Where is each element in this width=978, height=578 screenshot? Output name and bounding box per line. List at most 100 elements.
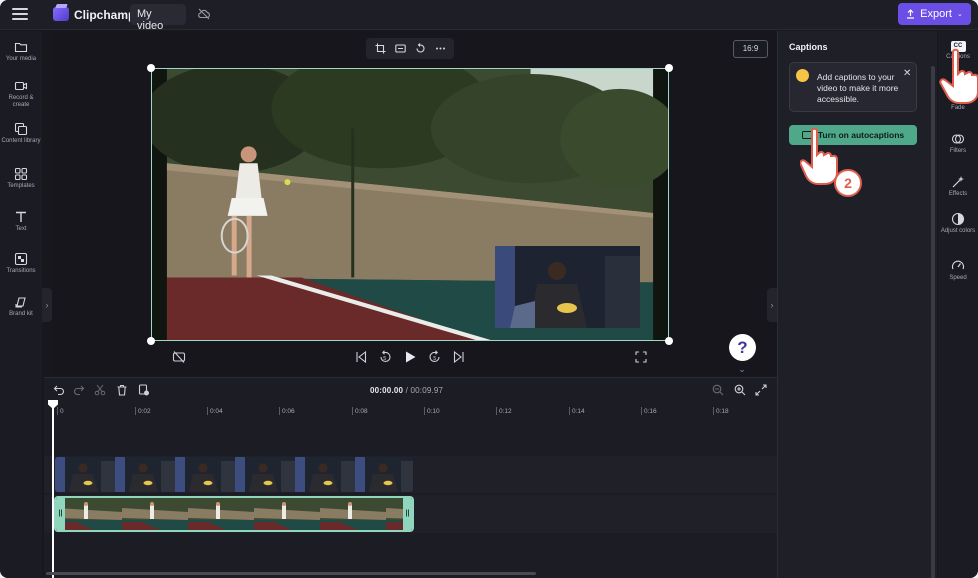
chevron-down-icon[interactable]: ⌄ — [736, 364, 748, 374]
svg-text:5: 5 — [383, 356, 386, 362]
playhead[interactable] — [52, 403, 54, 578]
play-icon[interactable] — [403, 350, 417, 364]
time-ruler[interactable]: 0 0:02 0:04 0:06 0:08 0:10 0:12 0:14 0:1… — [54, 405, 777, 419]
player-controls: 5 5 — [160, 348, 660, 366]
close-icon[interactable]: ✕ — [903, 68, 911, 79]
sidebar-item-templates[interactable]: Templates — [0, 167, 42, 190]
video-preview[interactable] — [151, 68, 669, 341]
export-button[interactable]: Export ⌄ — [898, 3, 971, 25]
sidebar-item-label: Text — [15, 226, 27, 232]
collapse-right-panel-button[interactable]: › — [767, 288, 777, 322]
ruler-tick: 0:08 — [352, 407, 368, 415]
upload-icon — [907, 9, 915, 19]
resize-handle-bottom-left[interactable] — [147, 337, 155, 345]
resize-handle-top-right[interactable] — [665, 64, 673, 72]
timeline-scrollbar[interactable] — [46, 572, 536, 575]
project-title-input[interactable]: My video — [130, 4, 186, 32]
ruler-tick: 0:04 — [207, 407, 223, 415]
folder-icon — [14, 42, 28, 53]
ruler-tick: 0:10 — [424, 407, 440, 415]
cloud-off-icon[interactable] — [197, 8, 211, 20]
emoji-icon — [796, 69, 809, 82]
delete-icon[interactable] — [116, 384, 128, 396]
resize-handle-top-left[interactable] — [147, 64, 155, 72]
aspect-ratio-button[interactable]: 16:9 — [733, 40, 768, 58]
ruler-tick: 0 — [57, 407, 64, 415]
hand-cursor-icon — [800, 127, 838, 185]
rewind-5s-icon[interactable]: 5 — [378, 350, 392, 364]
rail-item-label: Adjust colors — [940, 228, 976, 234]
sidebar-item-content-library[interactable]: Content library — [0, 122, 42, 145]
app-name: Clipchamp — [74, 8, 136, 22]
sidebar-item-your-media[interactable]: Your media — [0, 40, 42, 63]
effects-icon — [952, 176, 964, 188]
fullscreen-icon[interactable] — [634, 350, 648, 364]
rail-item-effects[interactable]: Effects — [938, 175, 978, 198]
clip-trim-handle-left[interactable]: || — [56, 498, 65, 530]
main-video-clip[interactable]: || || — [54, 496, 414, 532]
svg-text:5: 5 — [433, 356, 436, 362]
rotate-icon[interactable] — [415, 43, 426, 54]
resize-handle-bottom-right[interactable] — [665, 337, 673, 345]
ruler-tick: 0:18 — [713, 407, 729, 415]
panel-scrollbar[interactable] — [931, 66, 935, 578]
filters-icon — [951, 134, 965, 144]
info-text: Add captions to your video to make it mo… — [817, 72, 899, 104]
redo-icon[interactable] — [73, 384, 85, 396]
overlay-video-clip[interactable] — [55, 457, 413, 492]
rail-item-label: Filters — [949, 148, 967, 154]
rail-item-label: Speed — [949, 275, 967, 281]
text-icon — [16, 211, 26, 222]
sidebar-item-record-create[interactable]: Record & create — [0, 79, 42, 108]
rail-item-adjust-colors[interactable]: Adjust colors — [938, 212, 978, 235]
camera-icon — [14, 81, 28, 91]
rail-item-label: Effects — [948, 191, 968, 197]
zoom-in-icon[interactable] — [734, 384, 746, 396]
split-scissors-icon[interactable] — [94, 384, 106, 396]
templates-icon — [14, 167, 28, 181]
sidebar-item-label: Templates — [7, 183, 35, 189]
sidebar-item-text[interactable]: Text — [0, 210, 42, 233]
ruler-tick: 0:02 — [135, 407, 151, 415]
sidebar-item-label: Your media — [5, 56, 37, 62]
collapse-left-panel-button[interactable]: › — [42, 288, 52, 322]
total-time: / 00:09.97 — [405, 386, 444, 395]
rail-item-filters[interactable]: Filters — [938, 132, 978, 155]
zoom-out-icon[interactable] — [712, 384, 724, 396]
hand-cursor-icon — [939, 48, 978, 104]
fit-timeline-icon[interactable] — [755, 384, 767, 396]
sidebar-item-label: Brand kit — [9, 311, 33, 317]
captions-info-card: Add captions to your video to make it mo… — [789, 62, 917, 112]
undo-icon[interactable] — [53, 384, 65, 396]
menu-icon[interactable] — [12, 8, 28, 20]
rail-item-label: Fade — [951, 105, 965, 111]
brand-kit-icon — [15, 297, 26, 308]
ruler-tick: 0:06 — [279, 407, 295, 415]
skip-forward-icon[interactable] — [452, 350, 466, 364]
crop-icon[interactable] — [375, 43, 386, 54]
captions-panel: Captions Add captions to your video to m… — [777, 31, 937, 578]
more-options-icon[interactable] — [435, 43, 446, 54]
sidebar-item-transitions[interactable]: Transitions — [0, 252, 42, 275]
captions-off-icon[interactable] — [172, 350, 186, 364]
top-bar: Clipchamp My video Export ⌄ — [0, 0, 978, 32]
library-icon — [14, 122, 28, 136]
picture-in-picture-clip[interactable] — [495, 246, 640, 328]
properties-rail: CC Captions Fade Filters Effects Adjust … — [938, 31, 978, 578]
adjust-colors-icon — [951, 212, 965, 226]
chevron-down-icon: ⌄ — [956, 11, 963, 18]
help-button[interactable]: ? — [729, 334, 756, 361]
forward-5s-icon[interactable]: 5 — [428, 350, 442, 364]
transitions-icon — [14, 252, 28, 266]
fit-icon[interactable] — [394, 43, 406, 54]
rail-item-speed[interactable]: Speed — [938, 259, 978, 282]
preview-toolbar — [366, 38, 454, 59]
ruler-tick: 0:12 — [496, 407, 512, 415]
sidebar-item-label: Content library — [1, 138, 41, 144]
clip-thumbnails — [56, 498, 412, 530]
clip-trim-handle-right[interactable]: || — [403, 498, 412, 530]
add-media-icon[interactable] — [138, 384, 150, 396]
clipchamp-logo-icon — [53, 7, 69, 21]
skip-back-icon[interactable] — [354, 350, 368, 364]
sidebar-item-brand-kit[interactable]: Brand kit — [0, 295, 42, 318]
